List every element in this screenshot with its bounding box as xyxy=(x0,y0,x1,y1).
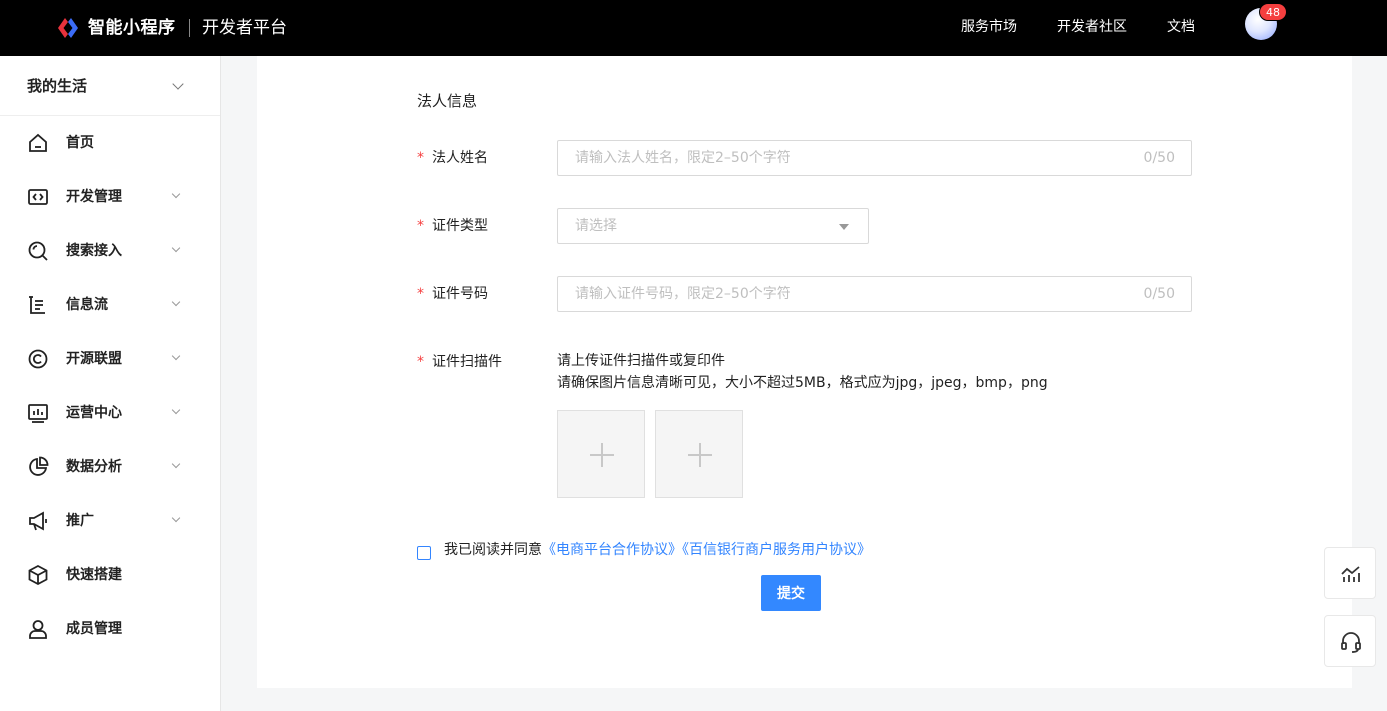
search-icon xyxy=(28,241,48,261)
upload-tip: 请上传证件扫描件或复印件 xyxy=(557,353,725,369)
chevron-down-icon xyxy=(171,459,181,469)
chevron-down-icon xyxy=(171,351,181,361)
input-placeholder: 请输入证件号码，限定2–50个字符 xyxy=(575,286,791,302)
sidebar-item-label: 开发管理 xyxy=(66,189,122,205)
upload-front-button[interactable] xyxy=(557,410,645,498)
megaphone-icon xyxy=(29,511,47,531)
legal-name-label: * 法人姓名 xyxy=(417,148,488,168)
sidebar-item-label: 快速搭建 xyxy=(66,567,122,583)
chevron-down-icon xyxy=(171,405,181,415)
submit-button[interactable]: 提交 xyxy=(761,575,821,611)
sidebar-item-label: 开源联盟 xyxy=(66,351,122,367)
upload-requirements: 请确保图片信息清晰可见，大小不超过5MB，格式应为jpg，jpeg，bmp，pn… xyxy=(557,375,1048,391)
sidebar-item-label: 信息流 xyxy=(66,297,108,313)
chevron-down-icon xyxy=(172,78,184,90)
app-name: 我的生活 xyxy=(27,77,88,95)
required-mark: * xyxy=(417,218,424,234)
agreement-text: 我已阅读并同意《电商平台合作协议》《百信银行商户服务用户协议》 xyxy=(444,540,871,560)
nav-service-market[interactable]: 服务市场 xyxy=(961,17,1017,37)
headset-icon xyxy=(1341,632,1361,653)
chevron-down-icon xyxy=(171,189,181,199)
select-placeholder: 请选择 xyxy=(575,218,617,234)
id-scan-label: * 证件扫描件 xyxy=(417,352,502,372)
char-counter: 0/50 xyxy=(1143,286,1175,302)
sidebar-item-label: 搜索接入 xyxy=(66,243,122,259)
operations-icon xyxy=(28,404,48,423)
pie-chart-icon xyxy=(29,456,49,476)
sidebar-item-label: 成员管理 xyxy=(66,621,122,637)
chevron-down-icon xyxy=(171,297,181,307)
sidebar-item-open-source-alliance[interactable]: 开源联盟 xyxy=(0,332,220,386)
alliance-icon xyxy=(28,349,48,369)
sidebar-item-home[interactable]: 首页 xyxy=(0,116,220,170)
cube-icon xyxy=(28,564,48,586)
caret-down-icon xyxy=(839,224,849,230)
sidebar-item-label: 推广 xyxy=(66,513,94,529)
code-icon xyxy=(28,189,48,205)
feed-icon xyxy=(29,296,45,314)
sidebar-item-label: 数据分析 xyxy=(66,459,122,475)
bar-chart-icon xyxy=(1341,566,1360,582)
platform-name: 开发者平台 xyxy=(202,18,287,38)
sidebar-item-feed[interactable]: 信息流 xyxy=(0,278,220,332)
chevron-down-icon xyxy=(171,513,181,523)
stats-float-button[interactable] xyxy=(1324,547,1376,599)
upload-back-button[interactable] xyxy=(655,410,743,498)
field-label-text: 证件类型 xyxy=(432,218,488,234)
legal-name-input[interactable]: 请输入法人姓名，限定2–50个字符 0/50 xyxy=(557,140,1192,176)
brand-logo-icon[interactable] xyxy=(56,16,80,40)
agreement-prefix: 我已阅读并同意 xyxy=(444,542,542,558)
nav-developer-community[interactable]: 开发者社区 xyxy=(1057,17,1127,37)
brand-name[interactable]: 智能小程序 xyxy=(88,16,176,40)
field-label-text: 证件号码 xyxy=(432,286,488,302)
chevron-down-icon xyxy=(171,243,181,253)
id-type-label: * 证件类型 xyxy=(417,216,488,236)
required-mark: * xyxy=(417,354,424,370)
app-switcher[interactable]: 我的生活 xyxy=(0,56,220,116)
aibank-agreement-link[interactable]: 《百信银行商户服务用户协议》 xyxy=(682,542,871,558)
home-icon xyxy=(29,133,47,152)
sidebar-item-promotion[interactable]: 推广 xyxy=(0,494,220,548)
notification-badge: 48 xyxy=(1259,3,1287,21)
sidebar-item-operations-center[interactable]: 运营中心 xyxy=(0,386,220,440)
sidebar-item-member-management[interactable]: 成员管理 xyxy=(0,602,220,656)
ecommerce-agreement-link[interactable]: 《电商平台合作协议》 xyxy=(542,542,682,558)
input-placeholder: 请输入法人姓名，限定2–50个字符 xyxy=(575,150,791,166)
sidebar-item-label: 首页 xyxy=(66,135,94,151)
field-label-text: 证件扫描件 xyxy=(432,354,502,370)
id-number-label: * 证件号码 xyxy=(417,284,488,304)
sidebar: 我的生活 首页 开发管理 搜索接入 信息流 开源联盟 运营中心 数据分析 推广 … xyxy=(0,56,221,711)
id-number-input[interactable]: 请输入证件号码，限定2–50个字符 0/50 xyxy=(557,276,1192,312)
required-mark: * xyxy=(417,286,424,302)
section-title: 法人信息 xyxy=(417,92,478,110)
required-mark: * xyxy=(417,150,424,166)
brand-divider xyxy=(189,19,190,37)
sidebar-item-dev-management[interactable]: 开发管理 xyxy=(0,170,220,224)
top-bar: 智能小程序 开发者平台 服务市场 开发者社区 文档 48 xyxy=(0,0,1387,56)
sidebar-item-data-analysis[interactable]: 数据分析 xyxy=(0,440,220,494)
sidebar-item-quick-build[interactable]: 快速搭建 xyxy=(0,548,220,602)
user-icon xyxy=(29,620,47,639)
agreement-checkbox[interactable] xyxy=(417,546,431,560)
nav-docs[interactable]: 文档 xyxy=(1167,17,1195,37)
support-float-button[interactable] xyxy=(1324,615,1376,667)
sidebar-item-search-access[interactable]: 搜索接入 xyxy=(0,224,220,278)
char-counter: 0/50 xyxy=(1143,150,1175,166)
field-label-text: 法人姓名 xyxy=(432,150,488,166)
id-type-select[interactable]: 请选择 xyxy=(557,208,869,244)
sidebar-item-label: 运营中心 xyxy=(66,405,122,421)
